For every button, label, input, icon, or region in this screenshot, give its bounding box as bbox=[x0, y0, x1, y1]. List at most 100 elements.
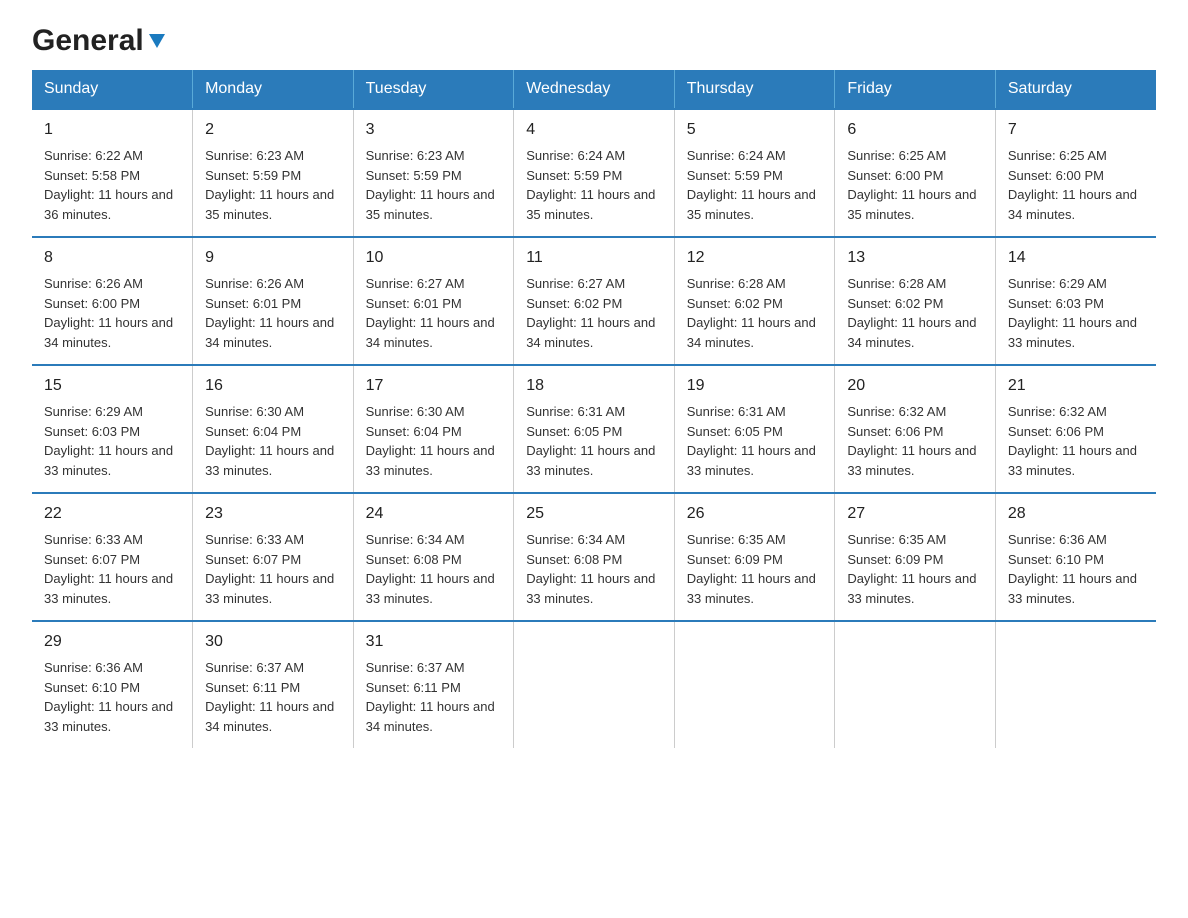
calendar-cell: 31Sunrise: 6:37 AMSunset: 6:11 PMDayligh… bbox=[353, 621, 514, 748]
calendar-table: SundayMondayTuesdayWednesdayThursdayFrid… bbox=[32, 70, 1156, 748]
column-header-friday: Friday bbox=[835, 70, 996, 109]
day-number: 30 bbox=[205, 630, 343, 654]
calendar-cell: 26 Sunrise: 6:35 AMSunset: 6:09 PMDayligh… bbox=[674, 493, 835, 621]
calendar-cell: 28Sunrise: 6:36 AMSunset: 6:10 PMDayligh… bbox=[995, 493, 1156, 621]
day-info: Sunrise: 6:36 AMSunset: 6:10 PMDaylight:… bbox=[1008, 532, 1137, 606]
day-number: 29 bbox=[44, 630, 182, 654]
calendar-cell: 4 Sunrise: 6:24 AMSunset: 5:59 PMDaylight… bbox=[514, 109, 675, 237]
day-info: Sunrise: 6:33 AMSunset: 6:07 PMDaylight:… bbox=[205, 532, 334, 606]
day-number: 1 bbox=[44, 118, 182, 142]
calendar-cell: 29Sunrise: 6:36 AMSunset: 6:10 PMDayligh… bbox=[32, 621, 193, 748]
calendar-cell: 2Sunrise: 6:23 AMSunset: 5:59 PMDaylight… bbox=[193, 109, 354, 237]
logo-general: General bbox=[32, 24, 144, 58]
day-info: Sunrise: 6:29 AMSunset: 6:03 PMDaylight:… bbox=[1008, 276, 1137, 350]
calendar-cell: 17 Sunrise: 6:30 AMSunset: 6:04 PMDayligh… bbox=[353, 365, 514, 493]
day-number: 26 bbox=[687, 502, 825, 526]
day-info: Sunrise: 6:30 AMSunset: 6:04 PMDaylight:… bbox=[205, 404, 334, 478]
day-info: Sunrise: 6:37 AMSunset: 6:11 PMDaylight:… bbox=[366, 660, 495, 734]
calendar-cell: 7Sunrise: 6:25 AMSunset: 6:00 PMDaylight… bbox=[995, 109, 1156, 237]
calendar-cell: 14 Sunrise: 6:29 AMSunset: 6:03 PMDayligh… bbox=[995, 237, 1156, 365]
day-number: 20 bbox=[847, 374, 985, 398]
day-info: Sunrise: 6:22 AMSunset: 5:58 PMDaylight:… bbox=[44, 148, 173, 222]
calendar-week-row: 29Sunrise: 6:36 AMSunset: 6:10 PMDayligh… bbox=[32, 621, 1156, 748]
column-header-saturday: Saturday bbox=[995, 70, 1156, 109]
calendar-cell: 5 Sunrise: 6:24 AMSunset: 5:59 PMDaylight… bbox=[674, 109, 835, 237]
calendar-cell: 27 Sunrise: 6:35 AMSunset: 6:09 PMDayligh… bbox=[835, 493, 996, 621]
calendar-cell: 18 Sunrise: 6:31 AMSunset: 6:05 PMDayligh… bbox=[514, 365, 675, 493]
calendar-cell bbox=[674, 621, 835, 748]
day-number: 24 bbox=[366, 502, 504, 526]
calendar-cell: 20 Sunrise: 6:32 AMSunset: 6:06 PMDayligh… bbox=[835, 365, 996, 493]
day-number: 19 bbox=[687, 374, 825, 398]
day-number: 6 bbox=[847, 118, 985, 142]
calendar-cell: 30 Sunrise: 6:37 AMSunset: 6:11 PMDayligh… bbox=[193, 621, 354, 748]
calendar-cell: 3Sunrise: 6:23 AMSunset: 5:59 PMDaylight… bbox=[353, 109, 514, 237]
calendar-cell: 12 Sunrise: 6:28 AMSunset: 6:02 PMDayligh… bbox=[674, 237, 835, 365]
day-info: Sunrise: 6:31 AMSunset: 6:05 PMDaylight:… bbox=[687, 404, 816, 478]
logo: General bbox=[32, 24, 168, 52]
day-number: 18 bbox=[526, 374, 664, 398]
day-info: Sunrise: 6:37 AMSunset: 6:11 PMDaylight:… bbox=[205, 660, 334, 734]
day-info: Sunrise: 6:24 AMSunset: 5:59 PMDaylight:… bbox=[526, 148, 655, 222]
calendar-cell: 6 Sunrise: 6:25 AMSunset: 6:00 PMDaylight… bbox=[835, 109, 996, 237]
calendar-cell: 13 Sunrise: 6:28 AMSunset: 6:02 PMDayligh… bbox=[835, 237, 996, 365]
logo-triangle-icon bbox=[146, 30, 168, 52]
calendar-cell bbox=[514, 621, 675, 748]
day-info: Sunrise: 6:25 AMSunset: 6:00 PMDaylight:… bbox=[1008, 148, 1137, 222]
calendar-cell: 23 Sunrise: 6:33 AMSunset: 6:07 PMDayligh… bbox=[193, 493, 354, 621]
calendar-cell: 9 Sunrise: 6:26 AMSunset: 6:01 PMDaylight… bbox=[193, 237, 354, 365]
calendar-cell: 16 Sunrise: 6:30 AMSunset: 6:04 PMDayligh… bbox=[193, 365, 354, 493]
day-info: Sunrise: 6:34 AMSunset: 6:08 PMDaylight:… bbox=[366, 532, 495, 606]
calendar-cell: 11Sunrise: 6:27 AMSunset: 6:02 PMDayligh… bbox=[514, 237, 675, 365]
day-number: 22 bbox=[44, 502, 182, 526]
day-info: Sunrise: 6:35 AMSunset: 6:09 PMDaylight:… bbox=[687, 532, 816, 606]
day-number: 15 bbox=[44, 374, 182, 398]
day-info: Sunrise: 6:32 AMSunset: 6:06 PMDaylight:… bbox=[1008, 404, 1137, 478]
calendar-week-row: 1 Sunrise: 6:22 AMSunset: 5:58 PMDaylight… bbox=[32, 109, 1156, 237]
day-info: Sunrise: 6:25 AMSunset: 6:00 PMDaylight:… bbox=[847, 148, 976, 222]
day-info: Sunrise: 6:28 AMSunset: 6:02 PMDaylight:… bbox=[687, 276, 816, 350]
day-number: 8 bbox=[44, 246, 182, 270]
calendar-cell: 21 Sunrise: 6:32 AMSunset: 6:06 PMDayligh… bbox=[995, 365, 1156, 493]
day-info: Sunrise: 6:24 AMSunset: 5:59 PMDaylight:… bbox=[687, 148, 816, 222]
day-number: 12 bbox=[687, 246, 825, 270]
calendar-cell bbox=[835, 621, 996, 748]
day-info: Sunrise: 6:28 AMSunset: 6:02 PMDaylight:… bbox=[847, 276, 976, 350]
calendar-cell: 22Sunrise: 6:33 AMSunset: 6:07 PMDayligh… bbox=[32, 493, 193, 621]
day-info: Sunrise: 6:26 AMSunset: 6:00 PMDaylight:… bbox=[44, 276, 173, 350]
day-number: 13 bbox=[847, 246, 985, 270]
day-info: Sunrise: 6:23 AMSunset: 5:59 PMDaylight:… bbox=[205, 148, 334, 222]
day-info: Sunrise: 6:30 AMSunset: 6:04 PMDaylight:… bbox=[366, 404, 495, 478]
day-info: Sunrise: 6:26 AMSunset: 6:01 PMDaylight:… bbox=[205, 276, 334, 350]
calendar-week-row: 15 Sunrise: 6:29 AMSunset: 6:03 PMDayligh… bbox=[32, 365, 1156, 493]
day-number: 4 bbox=[526, 118, 664, 142]
calendar-cell: 25 Sunrise: 6:34 AMSunset: 6:08 PMDayligh… bbox=[514, 493, 675, 621]
day-info: Sunrise: 6:27 AMSunset: 6:02 PMDaylight:… bbox=[526, 276, 655, 350]
calendar-cell: 24 Sunrise: 6:34 AMSunset: 6:08 PMDayligh… bbox=[353, 493, 514, 621]
day-number: 5 bbox=[687, 118, 825, 142]
day-number: 27 bbox=[847, 502, 985, 526]
day-info: Sunrise: 6:23 AMSunset: 5:59 PMDaylight:… bbox=[366, 148, 495, 222]
column-header-thursday: Thursday bbox=[674, 70, 835, 109]
day-number: 17 bbox=[366, 374, 504, 398]
calendar-header-row: SundayMondayTuesdayWednesdayThursdayFrid… bbox=[32, 70, 1156, 109]
calendar-cell: 15 Sunrise: 6:29 AMSunset: 6:03 PMDayligh… bbox=[32, 365, 193, 493]
day-info: Sunrise: 6:29 AMSunset: 6:03 PMDaylight:… bbox=[44, 404, 173, 478]
calendar-week-row: 8 Sunrise: 6:26 AMSunset: 6:00 PMDaylight… bbox=[32, 237, 1156, 365]
page-header: General bbox=[32, 24, 1156, 52]
day-number: 9 bbox=[205, 246, 343, 270]
day-info: Sunrise: 6:31 AMSunset: 6:05 PMDaylight:… bbox=[526, 404, 655, 478]
day-number: 23 bbox=[205, 502, 343, 526]
day-info: Sunrise: 6:35 AMSunset: 6:09 PMDaylight:… bbox=[847, 532, 976, 606]
day-info: Sunrise: 6:32 AMSunset: 6:06 PMDaylight:… bbox=[847, 404, 976, 478]
column-header-monday: Monday bbox=[193, 70, 354, 109]
column-header-sunday: Sunday bbox=[32, 70, 193, 109]
day-info: Sunrise: 6:34 AMSunset: 6:08 PMDaylight:… bbox=[526, 532, 655, 606]
day-number: 16 bbox=[205, 374, 343, 398]
day-number: 25 bbox=[526, 502, 664, 526]
day-number: 21 bbox=[1008, 374, 1146, 398]
calendar-week-row: 22 Sunrise: 6:33 AMSunset: 6:07 PMDayligh… bbox=[32, 493, 1156, 621]
column-header-wednesday: Wednesday bbox=[514, 70, 675, 109]
day-number: 14 bbox=[1008, 246, 1146, 270]
day-number: 10 bbox=[366, 246, 504, 270]
